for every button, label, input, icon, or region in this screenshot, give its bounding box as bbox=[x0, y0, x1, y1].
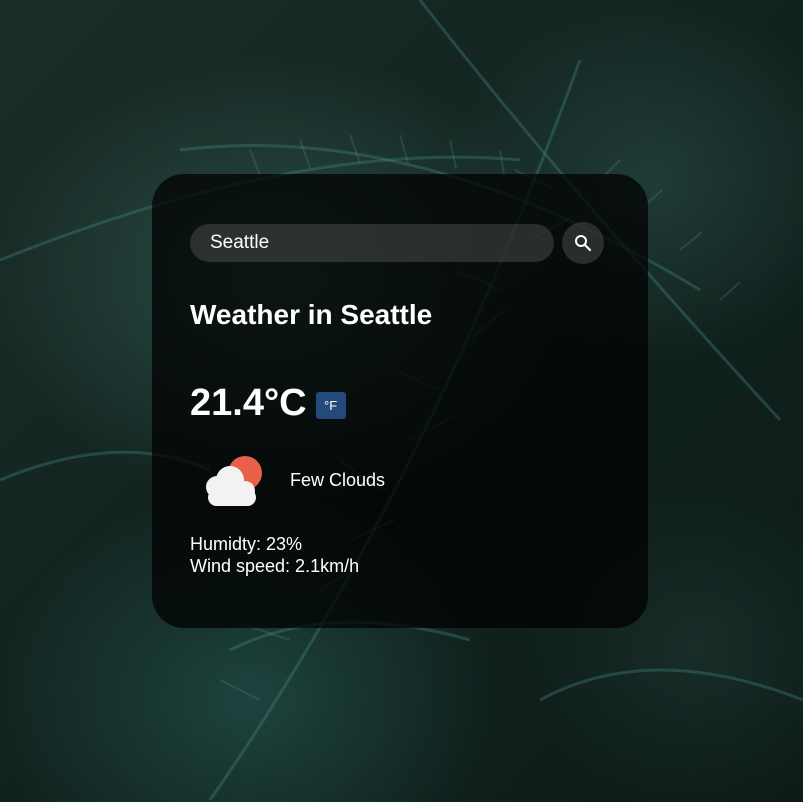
unit-toggle-button[interactable]: °F bbox=[315, 392, 346, 419]
search-button[interactable] bbox=[562, 222, 604, 264]
humidity-text: Humidty: 23% bbox=[190, 534, 303, 554]
wind-speed-text: Wind speed: 2.1km/h bbox=[190, 556, 360, 576]
weather-card: Weather in Seattle 21.4°C °F Few Clouds … bbox=[152, 174, 648, 628]
description-row: Few Clouds bbox=[190, 451, 610, 509]
weather-description: Few Clouds bbox=[290, 469, 386, 490]
search-bar bbox=[190, 222, 610, 264]
search-input[interactable] bbox=[190, 224, 554, 262]
weather-details: Humidty: 23% Wind speed: 2.1km/h bbox=[190, 533, 610, 577]
search-icon bbox=[575, 235, 592, 252]
temperature-row: 21.4°C °F bbox=[190, 383, 610, 423]
few-clouds-icon bbox=[206, 456, 262, 506]
weather-title: Weather in Seattle bbox=[190, 299, 433, 330]
temperature-value: 21.4°C bbox=[190, 382, 307, 424]
